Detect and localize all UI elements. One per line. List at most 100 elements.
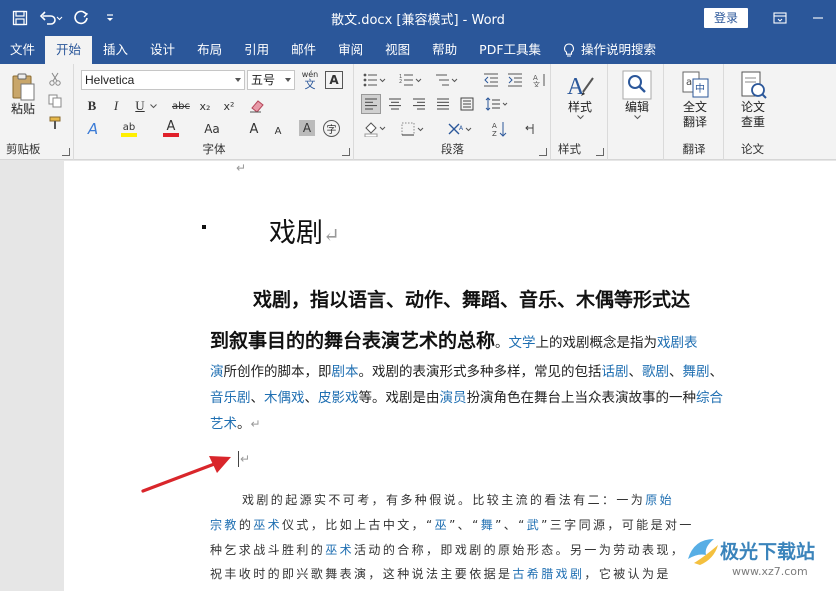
increase-indent-button[interactable]	[505, 70, 525, 90]
save-button[interactable]	[8, 6, 32, 30]
link-geju[interactable]: 歌剧	[642, 364, 669, 380]
align-right-button[interactable]	[409, 94, 429, 114]
text-effects-button[interactable]: A	[83, 118, 103, 140]
decrease-indent-button[interactable]	[481, 70, 501, 90]
login-button[interactable]: 登录	[704, 8, 748, 28]
strikethrough-button[interactable]: abc	[169, 96, 193, 116]
clipboard-launcher[interactable]	[62, 148, 70, 156]
link-wu-2[interactable]: 舞	[481, 518, 495, 532]
chevron-down-icon	[149, 103, 157, 108]
bold-button[interactable]: B	[83, 96, 101, 116]
link-yanyuan[interactable]: 演员	[440, 390, 467, 406]
highlight-button[interactable]: ab	[119, 118, 139, 140]
scissors-icon	[49, 72, 61, 86]
format-painter-button[interactable]	[46, 114, 64, 132]
link-muouxi[interactable]: 木偶戏	[264, 390, 305, 406]
link-huaju[interactable]: 话剧	[602, 364, 629, 380]
undo-button[interactable]	[36, 6, 66, 30]
tab-design[interactable]: 设计	[139, 36, 186, 64]
document-page[interactable]: ↵ 戏剧↵ 戏剧，指以语言、动作、舞蹈、音乐、木偶等形式达 到叙事目的的舞台表演…	[64, 161, 836, 591]
tab-review[interactable]: 审阅	[327, 36, 374, 64]
multilevel-list-button[interactable]	[433, 70, 461, 90]
font-launcher[interactable]	[342, 148, 350, 156]
sort-button[interactable]: AZ	[489, 118, 511, 140]
distributed-button[interactable]	[457, 94, 477, 114]
customize-qat-button[interactable]	[98, 6, 122, 30]
underline-dropdown[interactable]	[149, 102, 157, 110]
shrink-font-button[interactable]: A	[269, 120, 287, 142]
document-heading[interactable]: 戏剧↵	[269, 211, 340, 250]
change-case-button[interactable]: Aa	[199, 118, 225, 140]
link-juben[interactable]: 剧本	[332, 364, 359, 380]
styles-launcher[interactable]	[596, 148, 604, 156]
tell-me-search[interactable]: 操作说明搜索	[552, 36, 667, 64]
enclose-char-button[interactable]: 字	[323, 120, 340, 137]
clear-formatting-button[interactable]	[247, 96, 267, 116]
shading-button[interactable]	[361, 118, 389, 140]
link-wu-1[interactable]: 巫	[435, 518, 449, 532]
borders-button[interactable]	[399, 118, 427, 140]
phonetic-guide-button[interactable]: wén 文	[299, 68, 321, 92]
copy-button[interactable]	[46, 92, 64, 110]
line-2-text: 上的戏剧概念是指为	[535, 335, 658, 351]
link-wenxue[interactable]: 文学	[509, 335, 536, 351]
subscript-button[interactable]: x₂	[195, 96, 215, 116]
align-left-button[interactable]	[361, 94, 381, 114]
paper-label-1: 论文	[740, 100, 765, 114]
link-piyingxi[interactable]: 皮影戏	[318, 390, 359, 406]
watermark-text: 极光下载站	[720, 541, 816, 563]
link-wushu-2[interactable]: 巫术	[325, 543, 354, 557]
editing-button[interactable]: 编辑	[617, 70, 657, 120]
full-text-translate-button[interactable]: a中 全文 翻译	[673, 70, 717, 130]
line-spacing-button[interactable]	[483, 94, 511, 114]
link-xiju-biaoyan[interactable]: 戏剧表	[657, 335, 698, 351]
sort-chinese-button[interactable]: A文	[531, 70, 549, 90]
link-yuanshi[interactable]: 原始	[645, 493, 674, 507]
tab-insert[interactable]: 插入	[92, 36, 139, 64]
link-zonghe[interactable]: 综合	[696, 390, 723, 406]
group-paper: 论文 查重 论文	[725, 64, 780, 160]
tab-layout[interactable]: 布局	[186, 36, 233, 64]
link-wu-3[interactable]: 武	[527, 518, 541, 532]
italic-button[interactable]: I	[107, 96, 125, 116]
font-family-select[interactable]: Helvetica	[81, 70, 245, 90]
grow-font-button[interactable]: A	[245, 118, 263, 140]
tab-help[interactable]: 帮助	[421, 36, 468, 64]
link-wuju[interactable]: 舞剧	[683, 364, 710, 380]
font-color-button[interactable]: A	[161, 118, 181, 140]
superscript-button[interactable]: x²	[219, 96, 239, 116]
link-yan[interactable]: 演	[210, 364, 224, 380]
font-size-select[interactable]: 五号	[247, 70, 295, 90]
tab-mailings[interactable]: 邮件	[280, 36, 327, 64]
char-shading-button[interactable]: A	[299, 120, 315, 136]
numbering-button[interactable]: 12	[397, 70, 425, 90]
tab-view[interactable]: 视图	[374, 36, 421, 64]
align-center-button[interactable]	[385, 94, 405, 114]
cut-button[interactable]	[46, 70, 64, 88]
tab-home[interactable]: 开始	[45, 36, 93, 64]
link-zongjiao[interactable]: 宗教	[210, 518, 239, 532]
chevron-down-icon	[576, 115, 584, 120]
tab-references[interactable]: 引用	[233, 36, 280, 64]
tab-pdf-tools[interactable]: PDF工具集	[468, 36, 552, 64]
underline-button[interactable]: U	[131, 96, 149, 116]
undo-icon	[39, 11, 63, 25]
show-marks-button[interactable]	[519, 118, 539, 140]
link-yishu[interactable]: 艺术	[210, 416, 237, 432]
chinese-layout-button[interactable]: A	[445, 118, 475, 140]
bullets-button[interactable]	[361, 70, 389, 90]
minimize-button[interactable]	[804, 6, 832, 30]
redo-button[interactable]	[70, 6, 94, 30]
paper-check-button[interactable]: 论文 查重	[731, 70, 775, 130]
paragraph-mark-icon	[525, 124, 534, 134]
paragraph-launcher[interactable]	[539, 148, 547, 156]
styles-button[interactable]: A 样式	[560, 70, 600, 120]
char-border-button[interactable]: A	[325, 71, 343, 89]
justify-button[interactable]	[433, 94, 453, 114]
link-wushu[interactable]: 巫术	[253, 518, 282, 532]
paste-button[interactable]: 粘贴	[6, 72, 40, 117]
link-gu-xila-xiju[interactable]: 古希腊戏剧	[512, 567, 584, 581]
link-yinyueju[interactable]: 音乐剧	[210, 390, 251, 406]
tab-file[interactable]: 文件	[0, 36, 45, 64]
ribbon-display-options-button[interactable]	[766, 6, 794, 30]
